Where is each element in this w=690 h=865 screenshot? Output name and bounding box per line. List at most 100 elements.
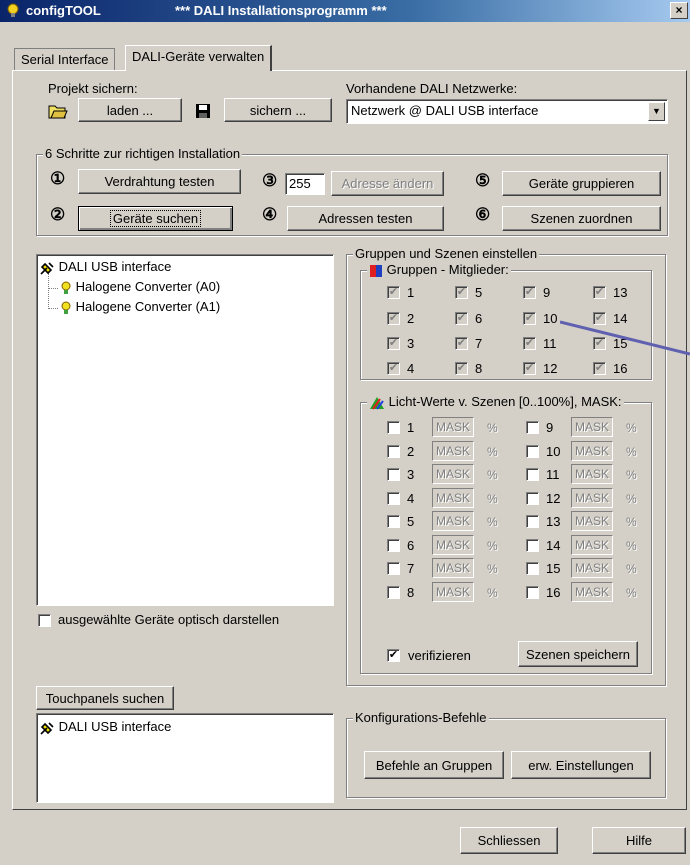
visual-check-checkbox[interactable]: [38, 614, 51, 627]
group-checkbox[interactable]: ✔: [593, 286, 606, 299]
tree-item-root[interactable]: DALI USB interface: [39, 259, 171, 275]
group-checkbox[interactable]: ✔: [387, 312, 400, 325]
scene-value-input[interactable]: MASK: [432, 558, 474, 578]
scene-checkbox[interactable]: [387, 445, 400, 458]
group-checkbox[interactable]: ✔: [523, 362, 536, 375]
scene-value-input[interactable]: MASK: [571, 417, 613, 437]
scene-number-label: 4: [407, 491, 415, 506]
group-checkbox[interactable]: ✔: [455, 312, 468, 325]
scene-checkbox[interactable]: [526, 468, 539, 481]
plug-icon: [40, 261, 54, 275]
scene-value-input[interactable]: MASK: [432, 511, 474, 531]
search-devices-button[interactable]: Geräte suchen: [78, 206, 233, 231]
scene-checkbox[interactable]: [387, 515, 400, 528]
address-input[interactable]: 255: [285, 173, 325, 195]
search-touchpanels-button[interactable]: Touchpanels suchen: [36, 686, 174, 710]
scene-checkbox[interactable]: [387, 492, 400, 505]
group-checkbox[interactable]: ✔: [387, 286, 400, 299]
scene-checkbox[interactable]: [526, 515, 539, 528]
verify-checkbox[interactable]: ✔: [387, 649, 400, 662]
touchpanel-list[interactable]: DALI USB interface: [36, 713, 334, 803]
group-number-label: 2: [407, 311, 415, 326]
touchpanel-item-label: DALI USB interface: [58, 719, 172, 734]
scene-checkbox[interactable]: [387, 539, 400, 552]
verify-label: verifizieren: [408, 648, 471, 663]
bulb-icon: [61, 281, 71, 294]
config-commands-legend: Konfigurations-Befehle: [353, 710, 489, 726]
percent-label: %: [626, 468, 637, 482]
tab-serial-interface[interactable]: Serial Interface: [14, 48, 116, 70]
scene-checkbox[interactable]: [387, 468, 400, 481]
group-checkbox[interactable]: ✔: [523, 286, 536, 299]
scene-checkbox[interactable]: [387, 562, 400, 575]
group-checkbox[interactable]: ✔: [455, 362, 468, 375]
help-button[interactable]: Hilfe: [592, 827, 686, 854]
percent-label: %: [487, 492, 498, 506]
save-project-button[interactable]: sichern ...: [224, 98, 332, 122]
scene-number-label: 7: [407, 561, 415, 576]
scene-value-input[interactable]: MASK: [432, 417, 474, 437]
networks-label: Vorhandene DALI Netzwerke:: [346, 81, 518, 96]
close-window-button[interactable]: ×: [670, 2, 688, 19]
group-checkbox[interactable]: ✔: [387, 337, 400, 350]
open-folder-icon: [48, 105, 68, 119]
scene-checkbox[interactable]: [526, 492, 539, 505]
tree-item-device[interactable]: Halogene Converter (A0): [60, 279, 220, 295]
tab-dali-devices[interactable]: DALI-Geräte verwalten: [125, 45, 273, 71]
scene-number-label: 8: [407, 585, 415, 600]
group-checkbox[interactable]: ✔: [455, 337, 468, 350]
tree-device-label: Halogene Converter (A1): [75, 299, 221, 314]
scene-checkbox[interactable]: [526, 539, 539, 552]
assign-scenes-button[interactable]: Szenen zuordnen: [502, 206, 661, 231]
device-tree[interactable]: DALI USB interface Halogene Converter (A…: [36, 254, 334, 606]
scene-value-input[interactable]: MASK: [432, 488, 474, 508]
save-scenes-button[interactable]: Szenen speichern: [518, 641, 638, 667]
scene-number-label: 9: [546, 420, 554, 435]
scene-checkbox[interactable]: [387, 586, 400, 599]
scene-value-input[interactable]: MASK: [432, 535, 474, 555]
group-devices-button[interactable]: Geräte gruppieren: [502, 171, 661, 196]
load-button[interactable]: laden ...: [78, 98, 182, 122]
group-number-label: 5: [475, 285, 483, 300]
scene-value-input[interactable]: MASK: [571, 464, 613, 484]
scene-checkbox[interactable]: [526, 445, 539, 458]
group-members-label: Gruppen - Mitglieder:: [386, 262, 509, 277]
network-select[interactable]: Netzwerk @ DALI USB interface ▼: [346, 99, 668, 124]
scene-checkbox[interactable]: [387, 421, 400, 434]
search-devices-label: Geräte suchen: [109, 210, 202, 227]
scene-value-input[interactable]: MASK: [432, 441, 474, 461]
group-checkbox[interactable]: ✔: [523, 312, 536, 325]
touchpanel-item[interactable]: DALI USB interface: [39, 719, 171, 735]
group-checkbox[interactable]: ✔: [387, 362, 400, 375]
scene-value-input[interactable]: MASK: [432, 464, 474, 484]
percent-label: %: [626, 445, 637, 459]
scene-number-label: 12: [546, 491, 561, 506]
scene-number-label: 10: [546, 444, 561, 459]
scene-value-input[interactable]: MASK: [571, 511, 613, 531]
floppy-disk-icon: [196, 104, 210, 118]
scene-value-input[interactable]: MASK: [571, 558, 613, 578]
test-wiring-button[interactable]: Verdrahtung testen: [78, 169, 241, 194]
scene-checkbox[interactable]: [526, 586, 539, 599]
app-name: configTOOL: [26, 3, 101, 18]
group-checkbox[interactable]: ✔: [523, 337, 536, 350]
close-button[interactable]: Schliessen: [460, 827, 558, 854]
scene-value-input[interactable]: MASK: [571, 488, 613, 508]
test-addresses-button[interactable]: Adressen testen: [287, 206, 444, 231]
tree-item-device[interactable]: Halogene Converter (A1): [60, 299, 220, 315]
group-commands-button[interactable]: Befehle an Gruppen: [364, 751, 504, 779]
scene-value-input[interactable]: MASK: [571, 441, 613, 461]
scene-checkbox[interactable]: [526, 421, 539, 434]
scene-value-input[interactable]: MASK: [432, 582, 474, 602]
group-checkbox[interactable]: ✔: [455, 286, 468, 299]
dropdown-arrow-icon[interactable]: ▼: [648, 102, 665, 121]
scene-value-input[interactable]: MASK: [571, 535, 613, 555]
percent-label: %: [626, 492, 637, 506]
network-select-value: Netzwerk @ DALI USB interface: [351, 103, 539, 118]
change-address-button[interactable]: Adresse ändern: [331, 171, 444, 196]
advanced-settings-button[interactable]: erw. Einstellungen: [511, 751, 651, 779]
scene-value-input[interactable]: MASK: [571, 582, 613, 602]
scene-checkbox[interactable]: [526, 562, 539, 575]
step-5-icon: ⑤: [475, 171, 491, 190]
group-number-label: 6: [475, 311, 483, 326]
